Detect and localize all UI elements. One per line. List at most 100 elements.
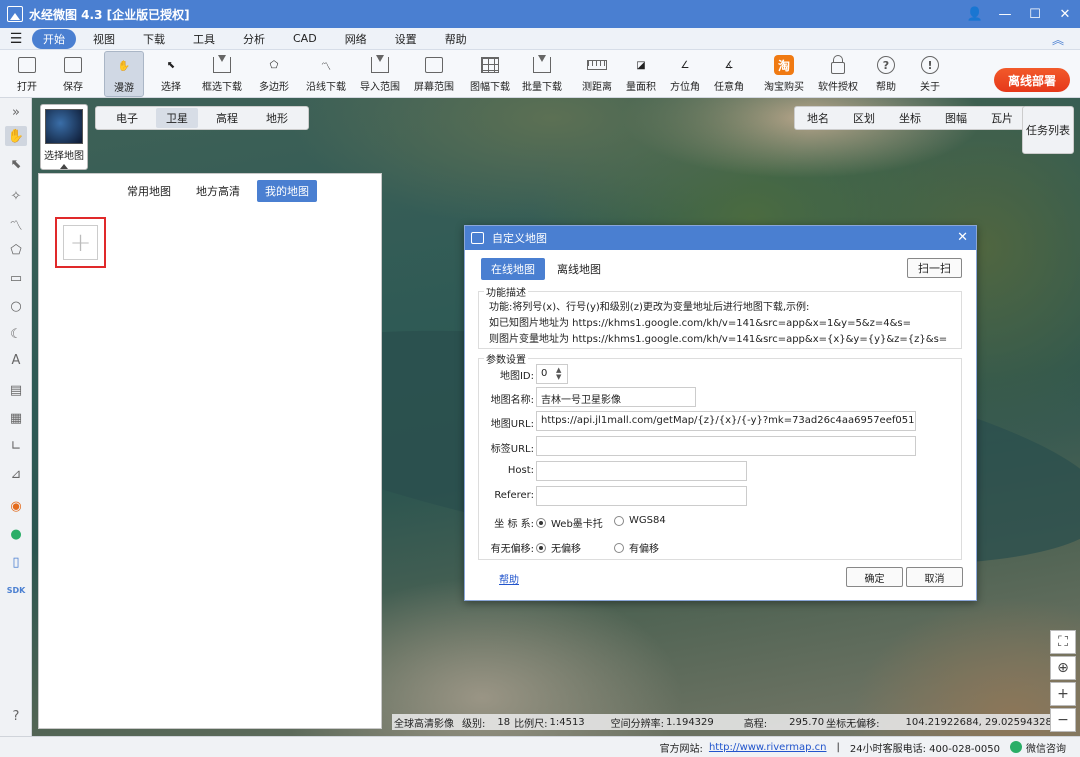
referer-input[interactable] bbox=[536, 486, 747, 506]
crs-wgs84-radio[interactable]: WGS84 bbox=[614, 515, 666, 526]
menu-help[interactable]: 帮助 bbox=[434, 29, 478, 49]
layer-plugin-icon[interactable]: ◉ bbox=[5, 496, 27, 516]
ruler-tool-icon[interactable]: ▤ bbox=[5, 380, 27, 400]
taobao-buy-button[interactable]: 淘淘宝购买 bbox=[762, 51, 806, 97]
crs-label: 坐 标 系: bbox=[494, 519, 534, 530]
tab-local-hd[interactable]: 地方高清 bbox=[188, 180, 248, 202]
wechat-consult-link[interactable]: 微信咨询 bbox=[1026, 740, 1066, 755]
map-id-stepper[interactable]: 0 ▲ ▼ bbox=[536, 364, 568, 384]
help-button[interactable]: ? 帮助 bbox=[872, 51, 900, 97]
polygon-tool-icon[interactable]: ⬠ bbox=[5, 240, 27, 260]
sector-tool-icon[interactable]: ☾ bbox=[5, 324, 27, 344]
line-download-button[interactable]: 〽沿线下载 bbox=[304, 51, 348, 97]
select-button[interactable]: ⬉ 选择 bbox=[156, 51, 186, 97]
pointer-tool-icon[interactable]: ⬉ bbox=[5, 154, 27, 174]
help-link[interactable]: 帮助 bbox=[499, 571, 519, 586]
collapse-ribbon-icon[interactable]: ︽ bbox=[1052, 31, 1064, 48]
crs-web-mercator-radio[interactable]: Web墨卡托 bbox=[536, 515, 603, 530]
tab-divisions[interactable]: 区划 bbox=[841, 108, 887, 128]
add-map-button[interactable]: + bbox=[63, 225, 98, 260]
website-link[interactable]: http://www.rivermap.cn bbox=[709, 742, 827, 753]
area-tool-icon[interactable]: ▦ bbox=[5, 408, 27, 428]
screen-range-button[interactable]: 屏幕范围 bbox=[412, 51, 456, 97]
menu-tools[interactable]: 工具 bbox=[182, 29, 226, 49]
menu-download[interactable]: 下载 bbox=[132, 29, 176, 49]
hamburger-icon[interactable]: ☰ bbox=[0, 31, 32, 47]
cancel-button[interactable]: 取消 bbox=[906, 567, 963, 587]
no-offset-radio[interactable]: 无偏移 bbox=[536, 540, 581, 555]
any-angle-tool-icon[interactable]: ⊿ bbox=[5, 464, 27, 484]
stepper-arrows-icon[interactable]: ▲ ▼ bbox=[556, 367, 561, 381]
tab-offline-map[interactable]: 离线地图 bbox=[547, 258, 611, 280]
menu-start[interactable]: 开始 bbox=[32, 28, 76, 49]
menu-settings[interactable]: 设置 bbox=[384, 29, 428, 49]
rectangle-tool-icon[interactable]: ▭ bbox=[5, 268, 27, 288]
zoom-out-icon[interactable]: − bbox=[1050, 708, 1076, 732]
locate-icon[interactable]: ⊕ bbox=[1050, 656, 1076, 680]
map-picker[interactable]: 选择地图 bbox=[40, 104, 88, 170]
help-circle-icon[interactable]: ? bbox=[5, 706, 27, 726]
ok-button[interactable]: 确定 bbox=[846, 567, 903, 587]
menu-cad[interactable]: CAD bbox=[282, 30, 328, 47]
angle-icon: ∡ bbox=[724, 59, 734, 71]
title-bar: 水经微图 4.3 [企业版已授权] 👤 — ☐ ✕ bbox=[0, 0, 1080, 28]
batch-download-button[interactable]: 批量下载 bbox=[520, 51, 564, 97]
scan-button[interactable]: 扫一扫 bbox=[907, 258, 962, 278]
tab-electronic[interactable]: 电子 bbox=[106, 108, 148, 128]
menu-network[interactable]: 网络 bbox=[334, 29, 378, 49]
mobile-plugin-icon[interactable]: ▯ bbox=[5, 552, 27, 572]
menu-view[interactable]: 视图 bbox=[82, 29, 126, 49]
tab-place-names[interactable]: 地名 bbox=[795, 108, 841, 128]
tab-satellite[interactable]: 卫星 bbox=[156, 108, 198, 128]
maximize-button[interactable]: ☐ bbox=[1020, 0, 1050, 28]
pan-button[interactable]: ✋ 漫游 bbox=[104, 51, 144, 97]
tab-tiles[interactable]: 瓦片 bbox=[979, 108, 1025, 128]
map-url-input[interactable]: https://api.jl1mall.com/getMap/{z}/{x}/{… bbox=[536, 411, 916, 431]
azimuth-button[interactable]: ∠ 方位角 bbox=[668, 51, 702, 97]
hand-tool-icon[interactable]: ✋ bbox=[5, 126, 27, 146]
line-tool-icon[interactable]: 〽 bbox=[5, 214, 27, 234]
tab-my-maps[interactable]: 我的地图 bbox=[257, 180, 317, 202]
tab-elevation[interactable]: 高程 bbox=[206, 108, 248, 128]
task-list-button[interactable]: 任务列表 bbox=[1022, 106, 1074, 154]
menu-analysis[interactable]: 分析 bbox=[232, 29, 276, 49]
status-source: 全球高清影像 bbox=[394, 718, 454, 730]
tab-common-maps[interactable]: 常用地图 bbox=[119, 180, 179, 202]
host-input[interactable] bbox=[536, 461, 747, 481]
save-button[interactable]: 保存 bbox=[58, 51, 88, 97]
tab-terrain[interactable]: 地形 bbox=[256, 108, 298, 128]
user-icon[interactable]: 👤 bbox=[960, 0, 990, 28]
polygon-button[interactable]: ⬠ 多边形 bbox=[254, 51, 294, 97]
box-download-button[interactable]: 框选下载 bbox=[200, 51, 244, 97]
measure-area-button[interactable]: ◪ 量面积 bbox=[624, 51, 658, 97]
about-button[interactable]: ! 关于 bbox=[916, 51, 944, 97]
has-offset-radio[interactable]: 有偏移 bbox=[614, 540, 659, 555]
link-plugin-icon[interactable]: ● bbox=[5, 524, 27, 544]
zoom-in-icon[interactable]: + bbox=[1050, 682, 1076, 706]
angle-tool-icon[interactable]: ∟ bbox=[5, 436, 27, 456]
license-button[interactable]: 软件授权 bbox=[816, 51, 860, 97]
marker-tool-icon[interactable]: ✧ bbox=[5, 186, 27, 206]
import-range-button[interactable]: 导入范围 bbox=[358, 51, 402, 97]
map-name-input[interactable]: 吉林一号卫星影像 bbox=[536, 387, 696, 407]
app-logo-icon bbox=[7, 6, 23, 22]
tab-online-map[interactable]: 在线地图 bbox=[481, 258, 545, 280]
dialog-close-icon[interactable]: ✕ bbox=[957, 230, 968, 245]
tab-coordinates[interactable]: 坐标 bbox=[887, 108, 933, 128]
minimize-button[interactable]: — bbox=[990, 0, 1020, 28]
expand-icon[interactable]: » bbox=[5, 102, 27, 122]
map-type-tabs: 电子 卫星 高程 地形 bbox=[95, 106, 309, 130]
open-button[interactable]: 打开 bbox=[12, 51, 42, 97]
text-tool-icon[interactable]: A bbox=[5, 350, 27, 370]
any-angle-button[interactable]: ∡ 任意角 bbox=[712, 51, 746, 97]
picker-label: 选择地图 bbox=[44, 151, 84, 162]
close-button[interactable]: ✕ bbox=[1050, 0, 1080, 28]
circle-tool-icon[interactable]: ○ bbox=[5, 296, 27, 316]
tab-sheets[interactable]: 图幅 bbox=[933, 108, 979, 128]
fullscreen-icon[interactable]: ⛶ bbox=[1050, 630, 1076, 654]
tag-url-input[interactable] bbox=[536, 436, 916, 456]
measure-distance-button[interactable]: 测距离 bbox=[580, 51, 614, 97]
sheet-download-button[interactable]: 图幅下载 bbox=[464, 51, 516, 97]
offline-deploy-button[interactable]: 离线部署 bbox=[994, 68, 1070, 92]
sdk-icon[interactable]: SDK bbox=[5, 580, 27, 600]
